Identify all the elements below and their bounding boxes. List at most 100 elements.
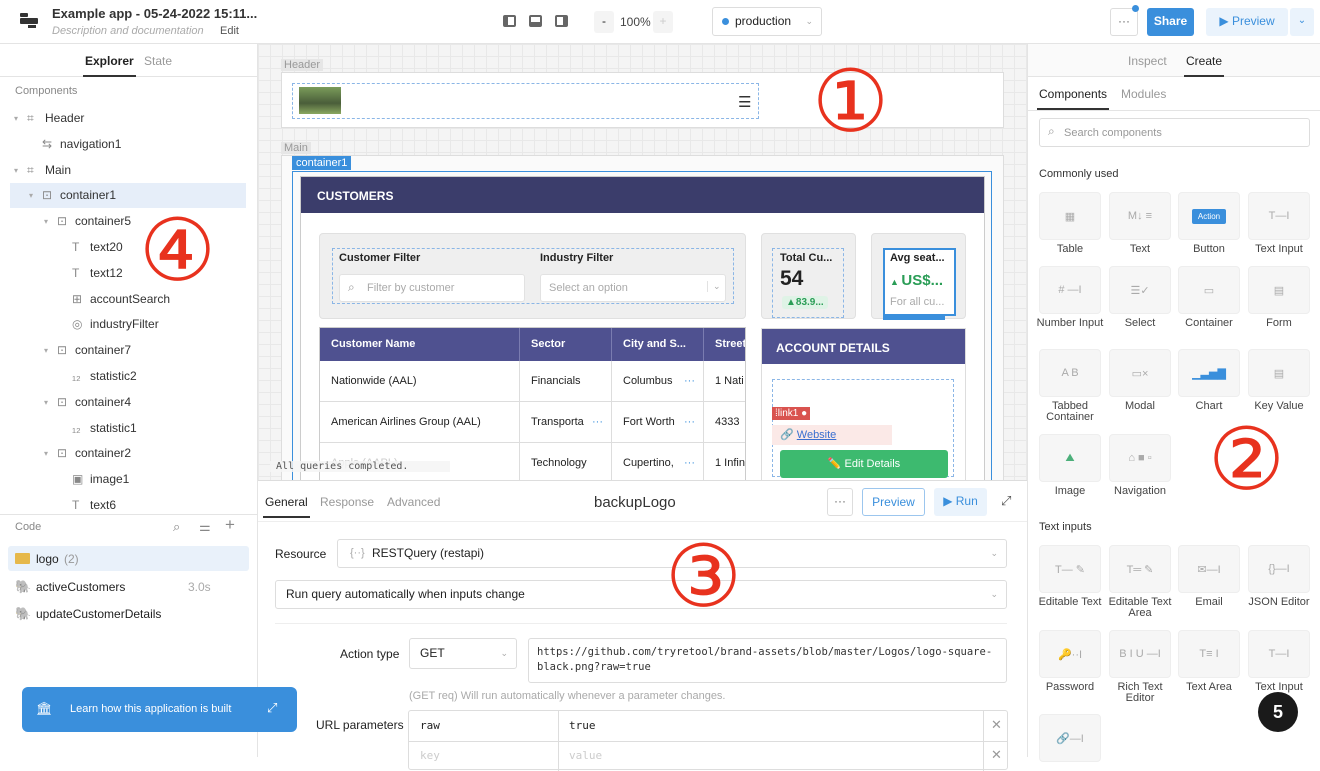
trigger-mode-select[interactable]: Run query automatically when inputs chan… (275, 580, 1007, 609)
param-key-input[interactable]: raw (420, 719, 440, 732)
tab-inspect[interactable]: Inspect (1128, 54, 1167, 68)
param-key-input[interactable]: key (420, 749, 440, 762)
app-logo-icon[interactable] (18, 13, 38, 29)
table-cell[interactable]: Technology (520, 443, 612, 480)
tree-item-statistic2[interactable]: ₁₂ statistic2 (10, 364, 246, 389)
tree-item-industryFilter[interactable]: ◎ industryFilter (10, 312, 246, 337)
remove-param-icon[interactable]: ✕ (991, 717, 1002, 733)
toggle-right-panel-icon[interactable] (555, 15, 568, 27)
tab-components[interactable]: Components (1036, 87, 1110, 110)
run-query-button[interactable]: ▶ Run (934, 488, 987, 516)
component-tile-button[interactable]: Action (1178, 192, 1240, 240)
industry-filter-select[interactable]: Select an option ⌄ (540, 274, 726, 302)
column-header[interactable]: Street (704, 328, 745, 361)
preview-button[interactable]: ▶ Preview (1206, 8, 1288, 36)
hamburger-menu-icon[interactable]: ☰ (738, 93, 751, 111)
toggle-bottom-panel-icon[interactable] (529, 15, 542, 27)
table-cell[interactable]: Nationwide (AAL) (320, 361, 520, 402)
help-badge-button[interactable]: 5 (1258, 692, 1298, 732)
component-tile-table[interactable]: ▦ (1039, 192, 1101, 240)
share-button[interactable]: Share (1147, 8, 1194, 36)
action-type-select[interactable]: GET ⌄ (409, 638, 517, 669)
table-cell[interactable]: Columbus ··· (612, 361, 704, 402)
caret-down-icon[interactable]: ▾ (14, 158, 18, 183)
component-tile-editable-text-area[interactable]: T═ ✎ (1109, 545, 1171, 593)
edit-details-button[interactable]: ✏️ Edit Details (780, 450, 948, 478)
statistic-card-avg-seat[interactable]: Avg seat... ▲ US$... For all cu... (871, 233, 966, 320)
component-tile-text[interactable]: M↓ ≡ (1109, 192, 1171, 240)
link1-tag[interactable]: ⁞link1 ● (772, 407, 811, 420)
overflow-icon[interactable]: ··· (684, 402, 695, 442)
component-tile-editable-text[interactable]: T— ✎ (1039, 545, 1101, 593)
overflow-icon[interactable]: ··· (684, 361, 695, 401)
app-title[interactable]: Example app - 05-24-2022 15:11... (52, 6, 257, 21)
zoom-in-button[interactable]: + (653, 11, 673, 33)
column-header[interactable]: City and S... (612, 328, 704, 361)
component-tile-email[interactable]: ✉—I (1178, 545, 1240, 593)
component-tile-number-input[interactable]: # —I (1039, 266, 1101, 314)
table-cell[interactable]: 4333 (704, 402, 745, 443)
preview-dropdown-button[interactable]: ⌄ (1290, 8, 1314, 36)
container1-tag[interactable]: container1 (292, 156, 352, 170)
component-tile-key-value[interactable]: ▤ (1248, 349, 1310, 397)
table-cell[interactable]: American Airlines Group (AAL) (320, 402, 520, 443)
table-cell[interactable]: Fort Worth ··· (612, 402, 704, 443)
caret-down-icon[interactable]: ▾ (14, 106, 18, 131)
code-item-logo-folder[interactable]: logo (2) (8, 546, 249, 571)
table-cell[interactable]: 1 Nati (704, 361, 745, 402)
tab-response[interactable]: Response (320, 495, 374, 509)
tab-modules[interactable]: Modules (1121, 87, 1166, 101)
tab-create[interactable]: Create (1183, 54, 1225, 77)
code-item-active-customers[interactable]: 🐘 activeCustomers 3.0s (8, 574, 249, 599)
search-code-icon[interactable]: ⌕ (173, 519, 180, 535)
component-tile-text-input[interactable]: T—I (1248, 192, 1310, 240)
app-description[interactable]: Description and documentation (52, 25, 204, 37)
column-header[interactable]: Sector (520, 328, 612, 361)
tree-item-image1[interactable]: ▣ image1 (10, 467, 246, 492)
param-value-input[interactable]: value (569, 749, 602, 762)
component-tile-image[interactable]: ⛰ (1039, 434, 1101, 482)
query-name[interactable]: backupLogo (594, 494, 676, 511)
customer-filter-input[interactable]: ⌕ Filter by customer (339, 274, 525, 302)
url-input[interactable]: https://github.com/tryretool/brand-asset… (528, 638, 1007, 683)
table-cell[interactable]: 1 Infin (704, 443, 745, 480)
filter-code-icon[interactable]: ⚌ (199, 519, 211, 535)
website-link[interactable]: 🔗 Website (772, 425, 892, 445)
zoom-out-button[interactable]: - (594, 11, 614, 33)
header-frame[interactable]: ☰ (281, 72, 1004, 128)
caret-down-icon[interactable]: ▾ (44, 390, 48, 415)
component-tile-text-area[interactable]: T≡ I (1178, 630, 1240, 678)
caret-down-icon[interactable]: ▾ (44, 209, 48, 234)
customers-table[interactable]: Customer Name Sector City and S... Stree… (319, 327, 746, 480)
search-components-input[interactable]: ⌕ Search components (1039, 118, 1310, 147)
tree-item-Main[interactable]: ▾ ⌗ Main (10, 158, 246, 183)
caret-down-icon[interactable]: ▾ (44, 441, 48, 466)
table-cell[interactable]: Transporta ··· (520, 402, 612, 443)
overflow-icon[interactable]: ··· (684, 443, 695, 480)
component-tile-navigation[interactable]: ⌂ ■ ▫ (1109, 434, 1171, 482)
component-tile-json-editor[interactable]: {}—I (1248, 545, 1310, 593)
tree-item-container7[interactable]: ▾ ⊡ container7 (10, 338, 246, 363)
component-tile-text-input[interactable]: T—I (1248, 630, 1310, 678)
component-tile-tabbed-container[interactable]: A B (1039, 349, 1101, 397)
component-tile-url[interactable]: 🔗—I (1039, 714, 1101, 762)
tree-item-container4[interactable]: ▾ ⊡ container4 (10, 390, 246, 415)
customers-container[interactable]: CUSTOMERS Customer Filter Industry Filte… (300, 176, 985, 480)
component-tile-select[interactable]: ☰✓ (1109, 266, 1171, 314)
tab-general[interactable]: General (263, 495, 310, 518)
component-tile-form[interactable]: ▤ (1248, 266, 1310, 314)
component-tile-chart[interactable]: ▁▃▅▇ (1178, 349, 1240, 397)
tree-item-navigation1[interactable]: ⇆ navigation1 (10, 132, 246, 157)
expand-editor-icon[interactable]: ⤢ (1001, 493, 1011, 509)
account-details-card[interactable]: ACCOUNT DETAILS ⁞link1 ● 🔗 Website ✏️ Ed… (761, 328, 966, 480)
expand-icon[interactable]: ⤢ (267, 700, 277, 716)
table-cell[interactable]: Cupertino, ··· (612, 443, 704, 480)
component-tile-container[interactable]: ▭ (1178, 266, 1240, 314)
tab-explorer[interactable]: Explorer (83, 54, 136, 77)
overflow-icon[interactable]: ··· (592, 402, 603, 442)
tree-item-Header[interactable]: ▾ ⌗ Header (10, 106, 246, 131)
tree-item-statistic1[interactable]: ₁₂ statistic1 (10, 416, 246, 441)
component-tile-rich-text-editor[interactable]: B I U —I (1109, 630, 1171, 678)
add-query-icon[interactable]: + (225, 515, 235, 535)
query-preview-button[interactable]: Preview (862, 488, 925, 516)
